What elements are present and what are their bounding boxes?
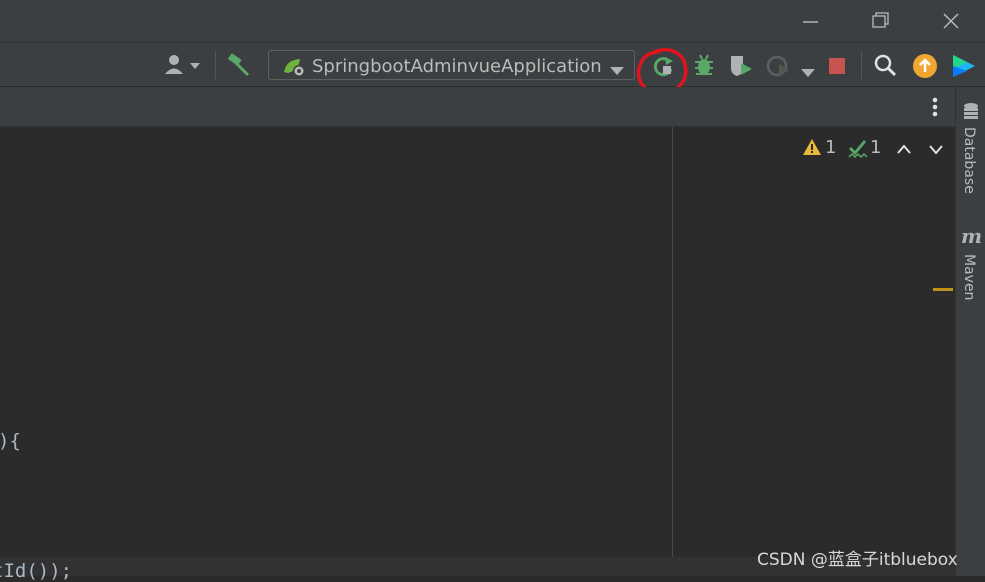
build-hammer-icon[interactable] — [226, 52, 252, 82]
typo-check-icon[interactable] — [848, 139, 870, 163]
warning-stripe-marker[interactable] — [933, 288, 953, 291]
update-icon[interactable] — [912, 53, 938, 83]
coverage-icon[interactable] — [729, 54, 755, 82]
database-icon[interactable] — [962, 102, 980, 126]
close-icon[interactable] — [933, 6, 969, 36]
spring-boot-icon — [282, 56, 308, 82]
ok-count: 1 — [870, 137, 882, 158]
toolbar-separator — [215, 51, 216, 79]
editor-tab-bar — [0, 87, 955, 127]
code-line: ){ — [0, 430, 21, 452]
restore-icon[interactable] — [862, 6, 898, 36]
next-highlight-icon[interactable] — [928, 141, 944, 160]
profile-icon[interactable] — [766, 54, 792, 82]
user-icon[interactable] — [163, 53, 203, 81]
maven-icon[interactable]: m — [961, 224, 982, 248]
right-margin-guide — [672, 127, 673, 576]
debug-bug-icon[interactable] — [692, 53, 716, 81]
code-editor[interactable]: 1 1 ){ tId()); — [0, 127, 955, 582]
more-vertical-icon[interactable] — [929, 96, 941, 122]
chevron-down-icon — [609, 61, 625, 80]
maven-tool-label[interactable]: Maven — [961, 254, 977, 300]
run-options-chevron-icon[interactable] — [800, 63, 816, 82]
previous-highlight-icon[interactable] — [896, 140, 912, 159]
right-tool-stripe: Database m Maven — [955, 87, 985, 576]
toolbox-icon[interactable] — [951, 53, 977, 83]
run-config-label: SpringbootAdminvueApplication — [312, 56, 602, 77]
minimize-icon[interactable] — [792, 6, 828, 36]
code-line: tId()); — [0, 560, 73, 582]
warning-count: 1 — [825, 137, 837, 158]
main-toolbar: SpringbootAdminvueApplication — [0, 42, 985, 95]
title-bar — [0, 0, 985, 42]
run-configuration-dropdown[interactable]: SpringbootAdminvueApplication — [268, 50, 635, 80]
warning-icon[interactable] — [803, 138, 823, 162]
toolbar-separator — [861, 51, 862, 79]
stop-icon[interactable] — [829, 58, 847, 80]
database-tool-label[interactable]: Database — [961, 127, 977, 194]
search-icon[interactable] — [874, 54, 898, 82]
watermark: CSDN @蓝盒子itbluebox — [757, 550, 958, 570]
rerun-icon[interactable] — [652, 55, 676, 83]
